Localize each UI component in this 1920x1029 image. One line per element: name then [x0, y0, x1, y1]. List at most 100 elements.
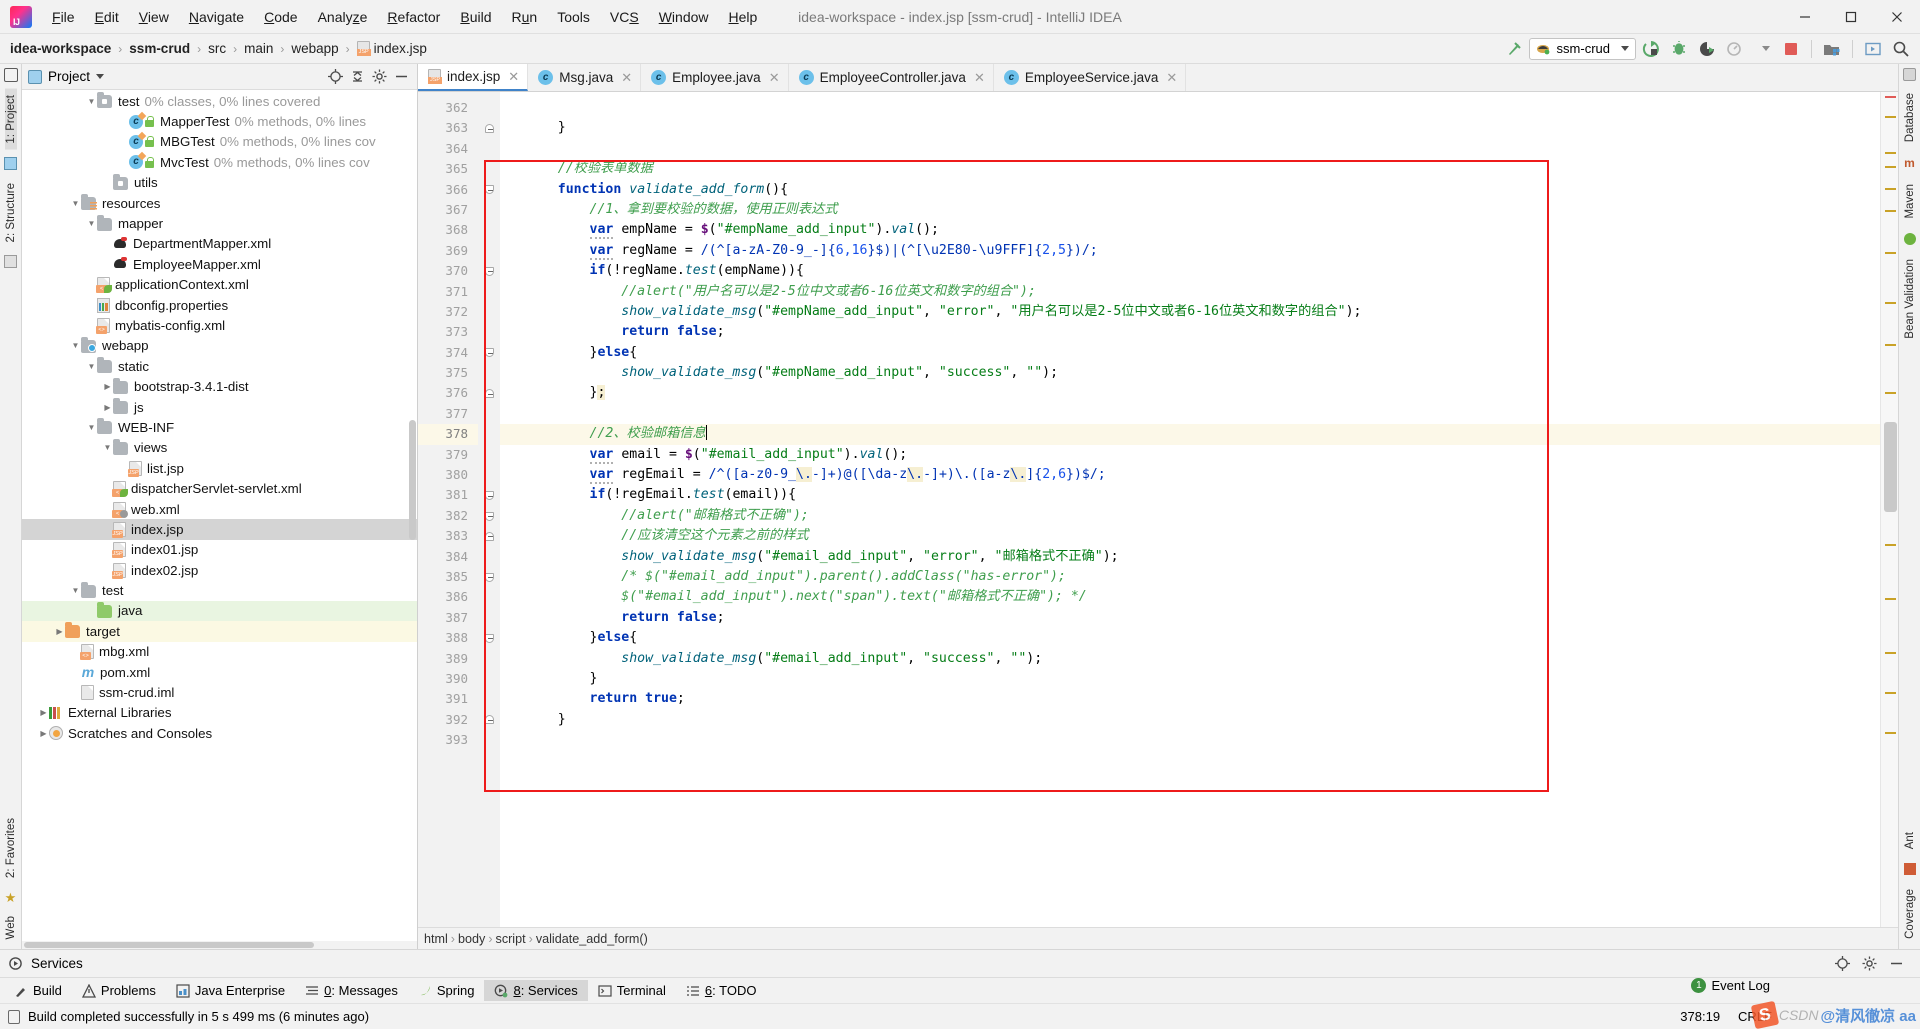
stop-icon[interactable]: [1778, 37, 1804, 61]
tree-node-pom-xml[interactable]: m pom.xml: [22, 662, 417, 682]
updates-icon[interactable]: [1860, 37, 1886, 61]
tree-node-index01-jsp[interactable]: JSP index01.jsp: [22, 540, 417, 560]
tree-node-target[interactable]: target: [22, 621, 417, 642]
warning-marker[interactable]: [1885, 544, 1896, 546]
menu-refactor[interactable]: Refactor: [377, 5, 450, 29]
editor-vertical-scrollbar[interactable]: [1884, 422, 1897, 512]
warning-marker[interactable]: [1885, 598, 1896, 600]
fold-cell[interactable]: [478, 608, 500, 628]
tree-node-applicationcontext-xml[interactable]: < applicationContext.xml: [22, 275, 417, 295]
editor-tab-index-jsp[interactable]: index.jsp ✕: [418, 64, 529, 91]
tree-node-mappertest[interactable]: c MapperTest 0% methods, 0% lines: [22, 111, 417, 131]
tree-toggle-down-icon[interactable]: [86, 362, 97, 371]
fold-cell[interactable]: [478, 669, 500, 689]
warning-marker[interactable]: [1885, 692, 1896, 694]
rail-item-coverage[interactable]: Coverage: [1904, 883, 1916, 945]
scroll-from-source-icon[interactable]: [328, 69, 343, 84]
tree-node-mybatis-config-xml[interactable]: <> mybatis-config.xml: [22, 315, 417, 335]
menu-run[interactable]: Run: [502, 5, 548, 29]
close-icon[interactable]: ✕: [1166, 70, 1177, 86]
code-line[interactable]: }else{: [500, 343, 1880, 363]
warning-marker[interactable]: [1885, 188, 1896, 190]
warning-marker[interactable]: [1885, 152, 1896, 154]
tree-node-java[interactable]: java: [22, 600, 417, 622]
tree-toggle-down-icon[interactable]: [86, 97, 97, 106]
editor-tab-msg-java[interactable]: c Msg.java ✕: [528, 64, 642, 91]
fold-marker-icon[interactable]: [484, 348, 494, 358]
tree-node-utils[interactable]: utils: [22, 173, 417, 193]
tool-window-java-enterprise[interactable]: Java Enterprise: [166, 980, 295, 1001]
fold-cell[interactable]: [478, 261, 500, 281]
fold-cell[interactable]: [478, 200, 500, 220]
menu-code[interactable]: Code: [254, 5, 307, 29]
fold-cell[interactable]: [478, 710, 500, 730]
code-line[interactable]: };: [500, 383, 1880, 403]
tree-node-resources[interactable]: resources: [22, 193, 417, 213]
fold-cell[interactable]: [478, 649, 500, 669]
code-line[interactable]: var regEmail = /^([a-z0-9_\.-]+)@([\da-z…: [500, 465, 1880, 485]
code-line[interactable]: function validate_add_form(){: [500, 180, 1880, 200]
menu-file[interactable]: FFileile: [42, 5, 85, 29]
code-folding-gutter[interactable]: [478, 92, 500, 927]
chevron-down-icon[interactable]: [96, 74, 105, 79]
tree-node-index-jsp[interactable]: JSP index.jsp: [22, 519, 417, 540]
tool-window-6-todo[interactable]: 6: TODO: [676, 980, 767, 1001]
code-line[interactable]: }: [500, 118, 1880, 138]
fold-cell[interactable]: [478, 485, 500, 505]
fold-marker-icon[interactable]: [484, 715, 494, 725]
fold-cell[interactable]: [478, 547, 500, 567]
warning-marker[interactable]: [1885, 652, 1896, 654]
build-hammer-icon[interactable]: [1501, 37, 1527, 61]
code-line[interactable]: //alert("用户名可以是2-5位中文或者6-16位英文和数字的组合");: [500, 282, 1880, 302]
tree-node-ssm-crud-iml[interactable]: ssm-crud.iml: [22, 682, 417, 702]
fold-cell[interactable]: [478, 445, 500, 465]
menu-build[interactable]: Build: [450, 5, 501, 29]
minimize-button[interactable]: [1782, 0, 1828, 34]
fold-marker-icon[interactable]: [484, 389, 494, 399]
hide-panel-icon[interactable]: [394, 69, 409, 84]
fold-cell[interactable]: [478, 383, 500, 403]
debug-icon[interactable]: [1666, 37, 1692, 61]
warning-marker[interactable]: [1885, 344, 1896, 346]
fold-cell[interactable]: [478, 689, 500, 709]
fold-cell[interactable]: [478, 567, 500, 587]
close-button[interactable]: [1874, 0, 1920, 34]
tree-toggle-down-icon[interactable]: [70, 586, 81, 595]
project-structure-icon[interactable]: [1819, 37, 1845, 61]
tree-node-mapper[interactable]: mapper: [22, 213, 417, 233]
breadcrumb-function[interactable]: validate_add_form(): [536, 932, 648, 946]
tool-window-problems[interactable]: Problems: [72, 980, 166, 1001]
code-line[interactable]: //alert("邮箱格式不正确");: [500, 506, 1880, 526]
breadcrumb-html[interactable]: html: [424, 932, 448, 946]
tool-window-0-messages[interactable]: 0: Messages: [295, 980, 408, 1001]
caret-position[interactable]: 378:19: [1680, 1009, 1720, 1024]
menu-analyze[interactable]: Analyze: [308, 5, 378, 29]
code-line[interactable]: show_validate_msg("#empName_add_input", …: [500, 302, 1880, 322]
services-settings-icon[interactable]: [1835, 956, 1850, 971]
code-line[interactable]: //1、拿到要校验的数据，使用正则表达式: [500, 200, 1880, 220]
project-horizontal-scrollbar[interactable]: [22, 941, 417, 949]
code-line[interactable]: //应该清空这个元素之前的样式: [500, 526, 1880, 546]
rail-item-bean-validation[interactable]: Bean Validation: [1904, 253, 1916, 345]
code-line[interactable]: //校验表单数据: [500, 159, 1880, 179]
fold-cell[interactable]: [478, 404, 500, 424]
tree-node-mvctest[interactable]: c MvcTest 0% methods, 0% lines cov: [22, 152, 417, 172]
code-line[interactable]: if(!regName.test(empName)){: [500, 261, 1880, 281]
tree-node-bootstrap-3-4-1-dist[interactable]: bootstrap-3.4.1-dist: [22, 376, 417, 396]
chevron-down-icon[interactable]: [1750, 37, 1776, 61]
fold-marker-icon[interactable]: [484, 124, 494, 134]
warning-marker[interactable]: [1885, 116, 1896, 118]
fold-cell[interactable]: [478, 220, 500, 240]
warning-marker[interactable]: [1885, 252, 1896, 254]
maximize-button[interactable]: [1828, 0, 1874, 34]
fold-cell[interactable]: [478, 118, 500, 138]
code-line[interactable]: return false;: [500, 608, 1880, 628]
code-line[interactable]: show_validate_msg("#email_add_input", "s…: [500, 649, 1880, 669]
breadcrumb-body[interactable]: body: [458, 932, 485, 946]
code-line[interactable]: /* $("#email_add_input").parent().addCla…: [500, 567, 1880, 587]
close-icon[interactable]: ✕: [621, 70, 632, 86]
fold-cell[interactable]: [478, 302, 500, 322]
fold-marker-icon[interactable]: [484, 266, 494, 276]
menu-vcs[interactable]: VCS: [600, 5, 649, 29]
fold-marker-icon[interactable]: [484, 185, 494, 195]
